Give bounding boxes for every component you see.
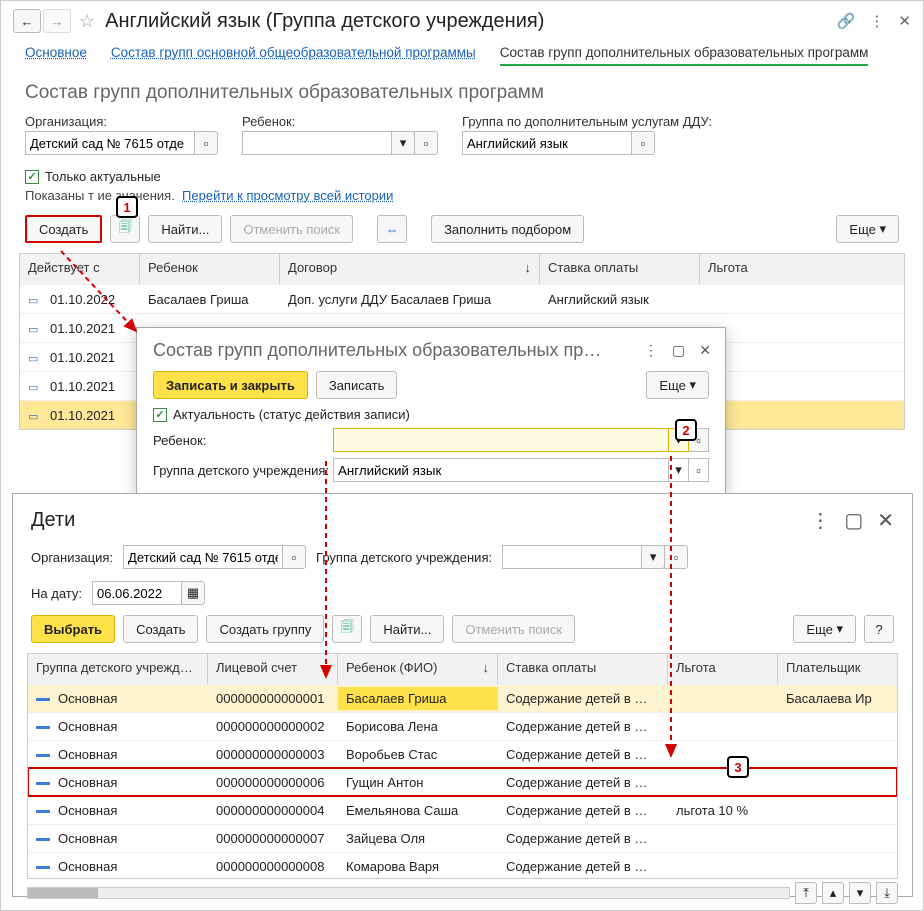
children-max-icon[interactable]: ▢: [844, 508, 863, 533]
child-open-icon[interactable]: ▫: [414, 131, 438, 155]
ch-col-account[interactable]: Лицевой счет: [208, 654, 338, 684]
ch-group-input[interactable]: [502, 545, 642, 569]
autofit-button[interactable]: ⇔: [377, 215, 407, 243]
list-item[interactable]: Основная000000000000002Борисова ЛенаСоде…: [28, 712, 897, 740]
popup-group-dropdown-icon[interactable]: ▾: [669, 458, 689, 482]
fill-button[interactable]: Заполнить подбором: [431, 215, 584, 243]
child-input[interactable]: [242, 131, 392, 155]
table-row[interactable]: ▭01.10.2022Басалаев ГришаДоп. услуги ДДУ…: [20, 284, 904, 313]
col-contract[interactable]: Договор↓: [280, 254, 540, 284]
page-title: Английский язык (Группа детского учрежде…: [105, 10, 544, 33]
ch-create-button[interactable]: Создать: [123, 615, 198, 643]
ch-col-group[interactable]: Группа детского учрежд…: [28, 654, 208, 684]
history-link[interactable]: Перейти к просмотру всей истории: [182, 188, 393, 203]
select-button[interactable]: Выбрать: [31, 615, 115, 643]
children-dialog: Дети ⋮ ▢ ✕ Организация: ▫ Группа детског…: [12, 493, 913, 897]
ch-create-group-button[interactable]: Создать группу: [206, 615, 324, 643]
edit-popup: Состав групп дополнительных образователь…: [136, 327, 726, 495]
list-item[interactable]: Основная000000000000001Басалаев ГришаСод…: [28, 684, 897, 712]
link-icon[interactable]: 🔗: [837, 12, 856, 30]
org-label: Организация:: [25, 114, 218, 129]
cancel-search-button[interactable]: Отменить поиск: [230, 215, 353, 243]
popup-title: Состав групп дополнительных образователь…: [153, 340, 601, 361]
popup-group-open-icon[interactable]: ▫: [689, 458, 709, 482]
callout-1: 1: [116, 196, 138, 218]
list-item[interactable]: Основная000000000000003Воробьев СтасСоде…: [28, 740, 897, 768]
group-label: Группа по дополнительным услугам ДДУ:: [462, 114, 712, 129]
scroll-bottom-icon[interactable]: ⤓: [876, 882, 898, 904]
ch-date-input[interactable]: [92, 581, 182, 605]
back-button[interactable]: ←: [13, 9, 41, 33]
copy-button[interactable]: 🗐: [110, 215, 140, 243]
ch-org-open-icon[interactable]: ▫: [282, 545, 306, 569]
create-button[interactable]: Создать: [25, 215, 102, 243]
popup-child-label: Ребенок:: [153, 433, 333, 448]
more-icon[interactable]: ⋮: [869, 12, 884, 30]
save-button[interactable]: Записать: [316, 371, 398, 399]
children-close-icon[interactable]: ✕: [877, 508, 894, 533]
children-title: Дети: [31, 509, 75, 532]
close-icon[interactable]: ✕: [898, 12, 911, 30]
popup-more-button[interactable]: Еще ▾: [646, 371, 709, 399]
col-child[interactable]: Ребенок: [140, 254, 280, 284]
col-date[interactable]: Действует с: [20, 254, 140, 284]
find-button[interactable]: Найти...: [148, 215, 222, 243]
ch-col-payer[interactable]: Плательщик: [778, 654, 897, 684]
child-dropdown-icon[interactable]: ▾: [391, 131, 415, 155]
popup-max-icon[interactable]: ▢: [672, 342, 685, 359]
popup-group-input[interactable]: [333, 458, 669, 482]
ch-find-button[interactable]: Найти...: [370, 615, 444, 643]
col-benefit[interactable]: Льгота: [700, 254, 904, 284]
ch-group-label: Группа детского учреждения:: [316, 550, 492, 565]
ch-group-dropdown-icon[interactable]: ▾: [641, 545, 665, 569]
forward-button[interactable]: →: [43, 9, 71, 33]
actual-checkbox[interactable]: ✓: [25, 170, 39, 184]
org-open-icon[interactable]: ▫: [194, 131, 218, 155]
scroll-down-icon[interactable]: ▾: [849, 882, 871, 904]
favorite-icon[interactable]: ☆: [79, 11, 95, 32]
list-item[interactable]: Основная000000000000007Зайцева ОляСодерж…: [28, 824, 897, 852]
popup-child-input[interactable]: [333, 428, 669, 452]
ch-org-input[interactable]: [123, 545, 283, 569]
popup-actual-label: Актуальность (статус действия записи): [173, 407, 410, 422]
scroll-up-icon[interactable]: ▴: [822, 882, 844, 904]
callout-2: 2: [675, 419, 697, 441]
popup-close-icon[interactable]: ✕: [699, 342, 711, 359]
list-item[interactable]: Основная000000000000006Гущин АнтонСодерж…: [28, 768, 897, 796]
ch-cancel-search-button[interactable]: Отменить поиск: [452, 615, 575, 643]
popup-actual-checkbox[interactable]: ✓: [153, 408, 167, 422]
h-scrollbar[interactable]: [27, 887, 790, 899]
org-input[interactable]: [25, 131, 195, 155]
callout-3: 3: [727, 756, 749, 778]
tab-main-groups[interactable]: Состав групп основной общеобразовательно…: [111, 45, 476, 66]
list-item[interactable]: Основная000000000000008Комарова ВаряСоде…: [28, 852, 897, 879]
ch-col-name[interactable]: Ребенок (ФИО)↓: [338, 654, 498, 684]
ch-group-open-icon[interactable]: ▫: [664, 545, 688, 569]
save-close-button[interactable]: Записать и закрыть: [153, 371, 308, 399]
group-open-icon[interactable]: ▫: [631, 131, 655, 155]
child-label: Ребенок:: [242, 114, 438, 129]
tab-additional-groups[interactable]: Состав групп дополнительных образователь…: [500, 45, 869, 66]
ch-copy-button[interactable]: 🗐: [332, 615, 362, 643]
ch-org-label: Организация:: [31, 550, 113, 565]
list-item[interactable]: Основная000000000000004Емельянова СашаСо…: [28, 796, 897, 824]
scroll-top-icon[interactable]: ⤒: [795, 882, 817, 904]
ch-date-label: На дату:: [31, 586, 82, 601]
children-more-icon[interactable]: ⋮: [810, 508, 830, 533]
popup-more-icon[interactable]: ⋮: [644, 342, 658, 359]
calendar-icon[interactable]: ▦: [181, 581, 205, 605]
section-title: Состав групп дополнительных образователь…: [1, 72, 923, 110]
children-grid: Группа детского учрежд… Лицевой счет Реб…: [27, 653, 898, 879]
ch-col-benefit[interactable]: Льгота: [668, 654, 778, 684]
ch-more-button[interactable]: Еще ▾: [793, 615, 856, 643]
ch-col-rate[interactable]: Ставка оплаты: [498, 654, 668, 684]
more-button[interactable]: Еще ▾: [836, 215, 899, 243]
group-input[interactable]: [462, 131, 632, 155]
ch-help-button[interactable]: ?: [864, 615, 894, 643]
tab-main[interactable]: Основное: [25, 45, 87, 66]
history-text: Показаны т ие значения.: [25, 188, 175, 203]
popup-group-label: Группа детского учреждения:: [153, 463, 333, 478]
actual-label: Только актуальные: [45, 169, 161, 184]
col-rate[interactable]: Ставка оплаты: [540, 254, 700, 284]
